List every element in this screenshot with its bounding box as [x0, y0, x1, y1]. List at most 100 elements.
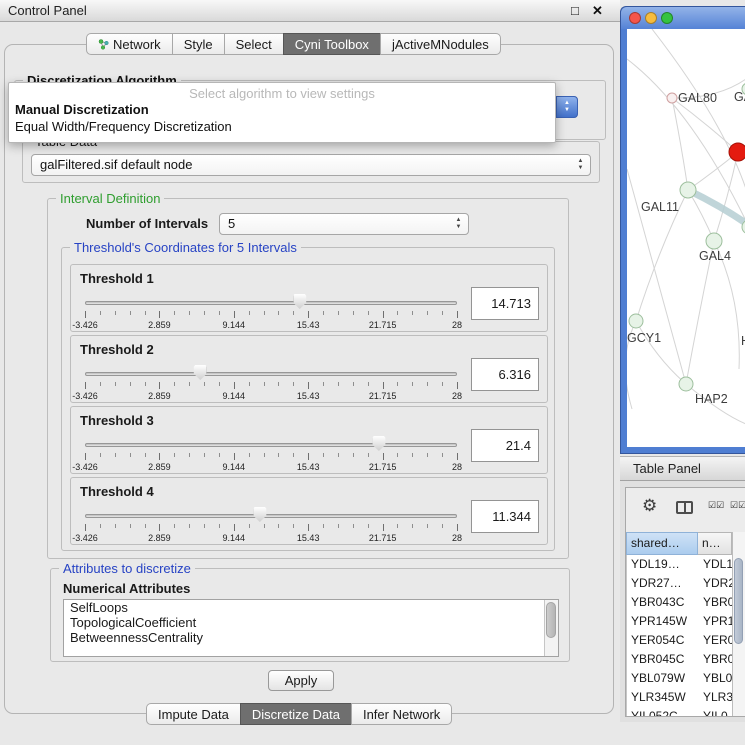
network-node[interactable]	[629, 314, 643, 328]
table-row[interactable]: YPR145WYPR1…	[627, 612, 732, 631]
network-node[interactable]	[679, 377, 693, 391]
tab-label: Cyni Toolbox	[295, 37, 369, 52]
threshold-value[interactable]: 6.316	[471, 358, 539, 391]
cell-shared-name: YBR043C	[627, 593, 699, 612]
number-of-intervals-label: Number of Intervals	[86, 216, 208, 231]
table-scroll-thumb[interactable]	[734, 558, 743, 644]
bottom-tab-discretize-data[interactable]: Discretize Data	[240, 703, 352, 725]
network-node[interactable]	[680, 182, 696, 198]
tab-jactivemnodules[interactable]: jActiveMNodules	[380, 33, 501, 55]
attribute-list[interactable]: SelfLoopsTopologicalCoefficientBetweenne…	[63, 599, 559, 657]
table-row[interactable]: YDR27…YDR2…	[627, 574, 732, 593]
slider-tick	[130, 382, 131, 386]
threshold-slider[interactable]: -3.4262.8599.14415.4321.71528	[85, 362, 457, 402]
minimize-button[interactable]	[645, 12, 657, 24]
table-data-stepper-icon[interactable]	[574, 157, 587, 173]
close-button[interactable]	[629, 12, 641, 24]
threshold-slider[interactable]: -3.4262.8599.14415.4321.71528	[85, 433, 457, 473]
network-node[interactable]	[729, 143, 745, 161]
select-all-columns-icon[interactable]: ☑☑	[708, 500, 724, 511]
slider-thumb[interactable]	[293, 294, 306, 309]
slider-tick	[145, 524, 146, 528]
slider-thumb[interactable]	[194, 365, 207, 380]
table-panel-inner: ⚙ ☑☑ ☑☑ shared… n… YDL19…YDL1…YDR27…YDR2…	[625, 487, 745, 717]
tab-select[interactable]: Select	[224, 33, 284, 55]
slider-thumb[interactable]	[253, 507, 266, 522]
slider-tick	[323, 382, 324, 386]
tab-cyni-toolbox[interactable]: Cyni Toolbox	[283, 33, 381, 55]
number-of-intervals-stepper-icon[interactable]	[452, 216, 465, 232]
network-window-titlebar[interactable]	[621, 7, 745, 29]
network-edge	[672, 98, 738, 152]
slider-tick-major	[383, 311, 384, 318]
threshold-value[interactable]: 21.4	[471, 429, 539, 462]
slider-tick	[100, 524, 101, 528]
attributes-group: Attributes to discretize Numerical Attri…	[50, 568, 570, 662]
slider-tick-label: 9.144	[223, 391, 246, 401]
slider-thumb[interactable]	[372, 436, 385, 451]
slider-tick	[174, 524, 175, 528]
bottom-tab-infer-network[interactable]: Infer Network	[351, 703, 452, 725]
network-edge	[714, 152, 738, 241]
slider-tick-labels: -3.4262.8599.14415.4321.71528	[85, 391, 457, 401]
network-node-label: H	[741, 334, 745, 348]
table-row[interactable]: YLR345WYLR3…	[627, 688, 732, 707]
network-node[interactable]	[706, 233, 722, 249]
slider-tick-label: 15.43	[297, 320, 320, 330]
attribute-item[interactable]: SelfLoops	[64, 600, 558, 615]
tab-network[interactable]: Network	[86, 33, 173, 55]
table-scrollbar[interactable]	[732, 532, 745, 716]
bottom-tab-impute-data[interactable]: Impute Data	[146, 703, 241, 725]
tab-label: jActiveMNodules	[392, 37, 489, 52]
algorithm-option[interactable]: Manual Discretization	[9, 101, 555, 118]
close-panel-icon[interactable]: ✕	[592, 3, 603, 19]
table-row[interactable]: YBR045CYBR0…	[627, 650, 732, 669]
table-row[interactable]: YBR043CYBR0…	[627, 593, 732, 612]
slider-tick	[338, 382, 339, 386]
table-row[interactable]: YIL052CYIL0…	[627, 707, 732, 716]
slider-tick	[338, 311, 339, 315]
column-header-shared-name[interactable]: shared…	[626, 532, 698, 555]
table-row[interactable]: YBL079WYBL0…	[627, 669, 732, 688]
slider-tick	[412, 311, 413, 315]
network-canvas[interactable]: GAL80GAGAL11GAL4GCY1HHAP2	[627, 29, 745, 447]
attribute-list-scroll-thumb[interactable]	[546, 602, 556, 638]
slider-tick	[145, 453, 146, 457]
slider-tick-label: 2.859	[148, 462, 171, 472]
network-node[interactable]	[667, 93, 677, 103]
attributes-group-title: Attributes to discretize	[59, 561, 195, 576]
slider-tick	[219, 382, 220, 386]
table-row[interactable]: YDL19…YDL1…	[627, 555, 732, 574]
network-svg: GAL80GAGAL11GAL4GCY1HHAP2	[627, 29, 745, 447]
slider-tick	[353, 311, 354, 315]
attribute-list-scrollbar[interactable]	[544, 600, 558, 656]
slider-tick	[368, 311, 369, 315]
threshold-value[interactable]: 14.713	[471, 287, 539, 320]
apply-button[interactable]: Apply	[268, 670, 334, 691]
column-header-name[interactable]: n…	[698, 532, 732, 555]
gear-icon[interactable]: ⚙	[642, 496, 657, 516]
bottom-tab-bar: Impute DataDiscretize DataInfer Network	[146, 703, 452, 725]
threshold-value[interactable]: 11.344	[471, 500, 539, 533]
attribute-item[interactable]: BetweennessCentrality	[64, 630, 558, 645]
zoom-button[interactable]	[661, 12, 673, 24]
cell-shared-name: YDR27…	[627, 574, 699, 593]
threshold-slider[interactable]: -3.4262.8599.14415.4321.71528	[85, 504, 457, 544]
cell-shared-name: YDL19…	[627, 555, 699, 574]
algorithm-select-stepper-icon[interactable]	[556, 96, 578, 118]
tab-style[interactable]: Style	[172, 33, 225, 55]
select-rows-icon[interactable]: ☑☑	[730, 500, 745, 511]
slider-tick	[278, 453, 279, 457]
number-of-intervals-select[interactable]: 5	[219, 213, 469, 235]
table-row[interactable]: YER054CYER0…	[627, 631, 732, 650]
table-data-select[interactable]: galFiltered.sif default node	[31, 154, 591, 176]
slider-tick-label: 2.859	[148, 391, 171, 401]
attribute-item[interactable]: TopologicalCoefficient	[64, 615, 558, 630]
columns-icon[interactable]	[676, 501, 693, 514]
slider-tick	[115, 382, 116, 386]
algorithm-option[interactable]: Equal Width/Frequency Discretization	[9, 118, 555, 135]
threshold-slider[interactable]: -3.4262.8599.14415.4321.71528	[85, 291, 457, 331]
number-of-intervals-value: 5	[228, 216, 235, 231]
float-window-icon[interactable]: □	[571, 3, 579, 18]
network-window: GAL80GAGAL11GAL4GCY1HHAP2	[620, 6, 745, 454]
